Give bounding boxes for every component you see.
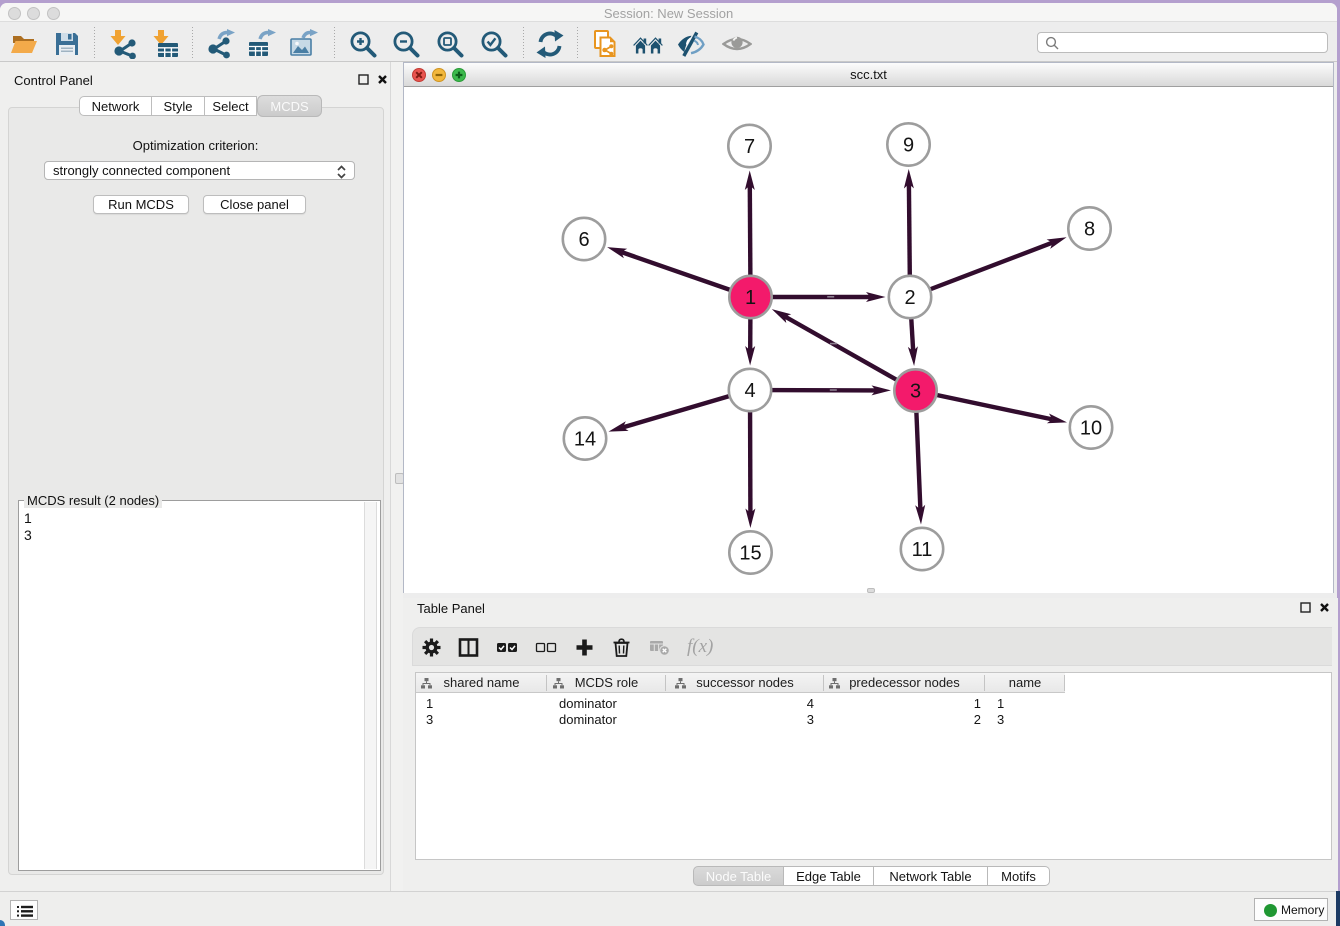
svg-text:1: 1 xyxy=(745,287,756,309)
svg-text:2: 2 xyxy=(904,287,915,309)
svg-text:4: 4 xyxy=(744,380,755,402)
svg-text:3: 3 xyxy=(910,381,921,403)
svg-text:15: 15 xyxy=(739,543,761,565)
svg-text:6: 6 xyxy=(578,229,589,251)
svg-text:11: 11 xyxy=(912,539,933,561)
svg-text:10: 10 xyxy=(1080,418,1102,440)
svg-text:8: 8 xyxy=(1084,219,1095,241)
svg-text:7: 7 xyxy=(744,136,755,158)
svg-text:9: 9 xyxy=(903,135,914,157)
svg-text:14: 14 xyxy=(574,429,596,451)
